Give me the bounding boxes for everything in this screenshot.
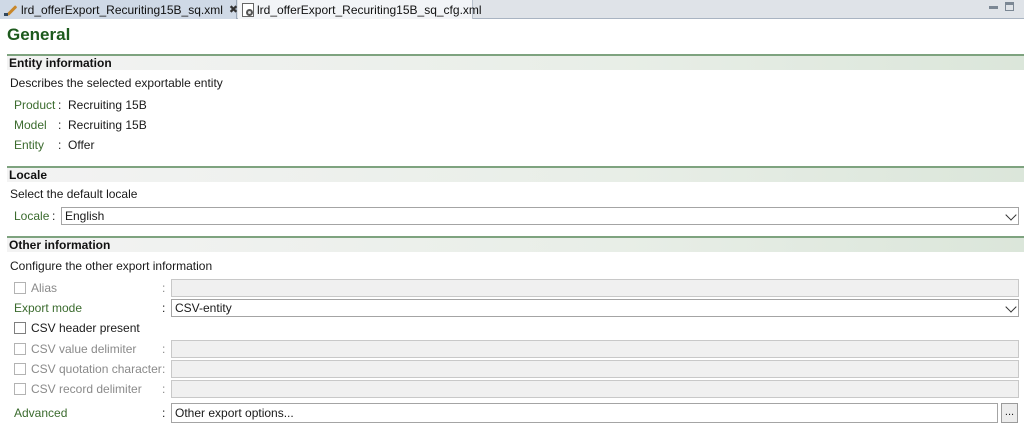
config-file-icon [242,2,254,17]
csv-record-delimiter-input[interactable] [171,380,1019,398]
other-description: Configure the other export information [10,259,213,273]
colon: : [58,138,62,152]
alias-label: Alias [31,281,58,295]
locale-select-value: English [65,209,105,223]
colon: : [58,118,62,132]
colon: : [162,382,166,396]
csv-record-delimiter-label: CSV record delimiter [31,382,142,396]
colon: : [52,209,56,223]
editor-tab-bar: lrd_offerExport_Recuriting15B_sq.xml ✖ l… [0,0,1024,19]
minimize-icon[interactable] [989,6,998,9]
entity-label: Entity [14,138,45,152]
csv-record-delimiter-checkbox[interactable] [14,383,26,395]
csv-quotation-character-label: CSV quotation character [31,362,162,376]
page-title: General [7,25,71,44]
section-header-entity: Entity information [7,54,1024,70]
maximize-icon[interactable] [1005,2,1014,11]
csv-value-delimiter-label: CSV value delimiter [31,342,137,356]
chevron-down-icon [1005,301,1017,313]
model-value: Recruiting 15B [68,118,147,132]
model-label: Model [14,118,47,132]
alias-input[interactable] [171,279,1019,297]
tab-sq-xml[interactable]: lrd_offerExport_Recuriting15B_sq.xml ✖ [0,0,238,19]
csv-quotation-character-input[interactable] [171,360,1019,378]
advanced-input[interactable]: Other export options... [171,403,998,423]
tab-sq-cfg-xml[interactable]: lrd_offerExport_Recuriting15B_sq_cfg.xml [238,0,482,19]
entity-value: Offer [68,138,95,152]
export-mode-value: CSV-entity [175,301,232,315]
colon: : [162,301,166,315]
locale-select[interactable]: English [61,207,1019,225]
colon: : [162,281,166,295]
advanced-label: Advanced [14,406,68,420]
colon: : [58,98,62,112]
csv-header-checkbox[interactable] [14,322,26,334]
tab-label: lrd_offerExport_Recuriting15B_sq_cfg.xml [257,2,482,17]
section-header-locale: Locale [7,166,1024,182]
product-label: Product [14,98,56,112]
colon: : [162,342,166,356]
csv-header-label: CSV header present [31,321,140,335]
browse-button[interactable]: ... [1001,403,1018,423]
export-mode-label: Export mode [14,301,83,315]
locale-description: Select the default locale [10,187,138,201]
entity-description: Describes the selected exportable entity [10,76,223,90]
tab-label: lrd_offerExport_Recuriting15B_sq.xml [21,2,223,17]
csv-value-delimiter-input[interactable] [171,340,1019,358]
section-header-other: Other information [7,236,1024,252]
locale-label: Locale [14,209,50,223]
csv-value-delimiter-checkbox[interactable] [14,343,26,355]
alias-checkbox[interactable] [14,282,26,294]
colon: : [162,362,166,376]
chevron-down-icon [1005,209,1017,221]
pencil-icon [4,3,18,17]
colon: : [162,406,166,420]
product-value: Recruiting 15B [68,98,147,112]
close-icon[interactable]: ✖ [229,3,238,16]
csv-quotation-character-checkbox[interactable] [14,363,26,375]
export-mode-select[interactable]: CSV-entity [171,299,1019,317]
